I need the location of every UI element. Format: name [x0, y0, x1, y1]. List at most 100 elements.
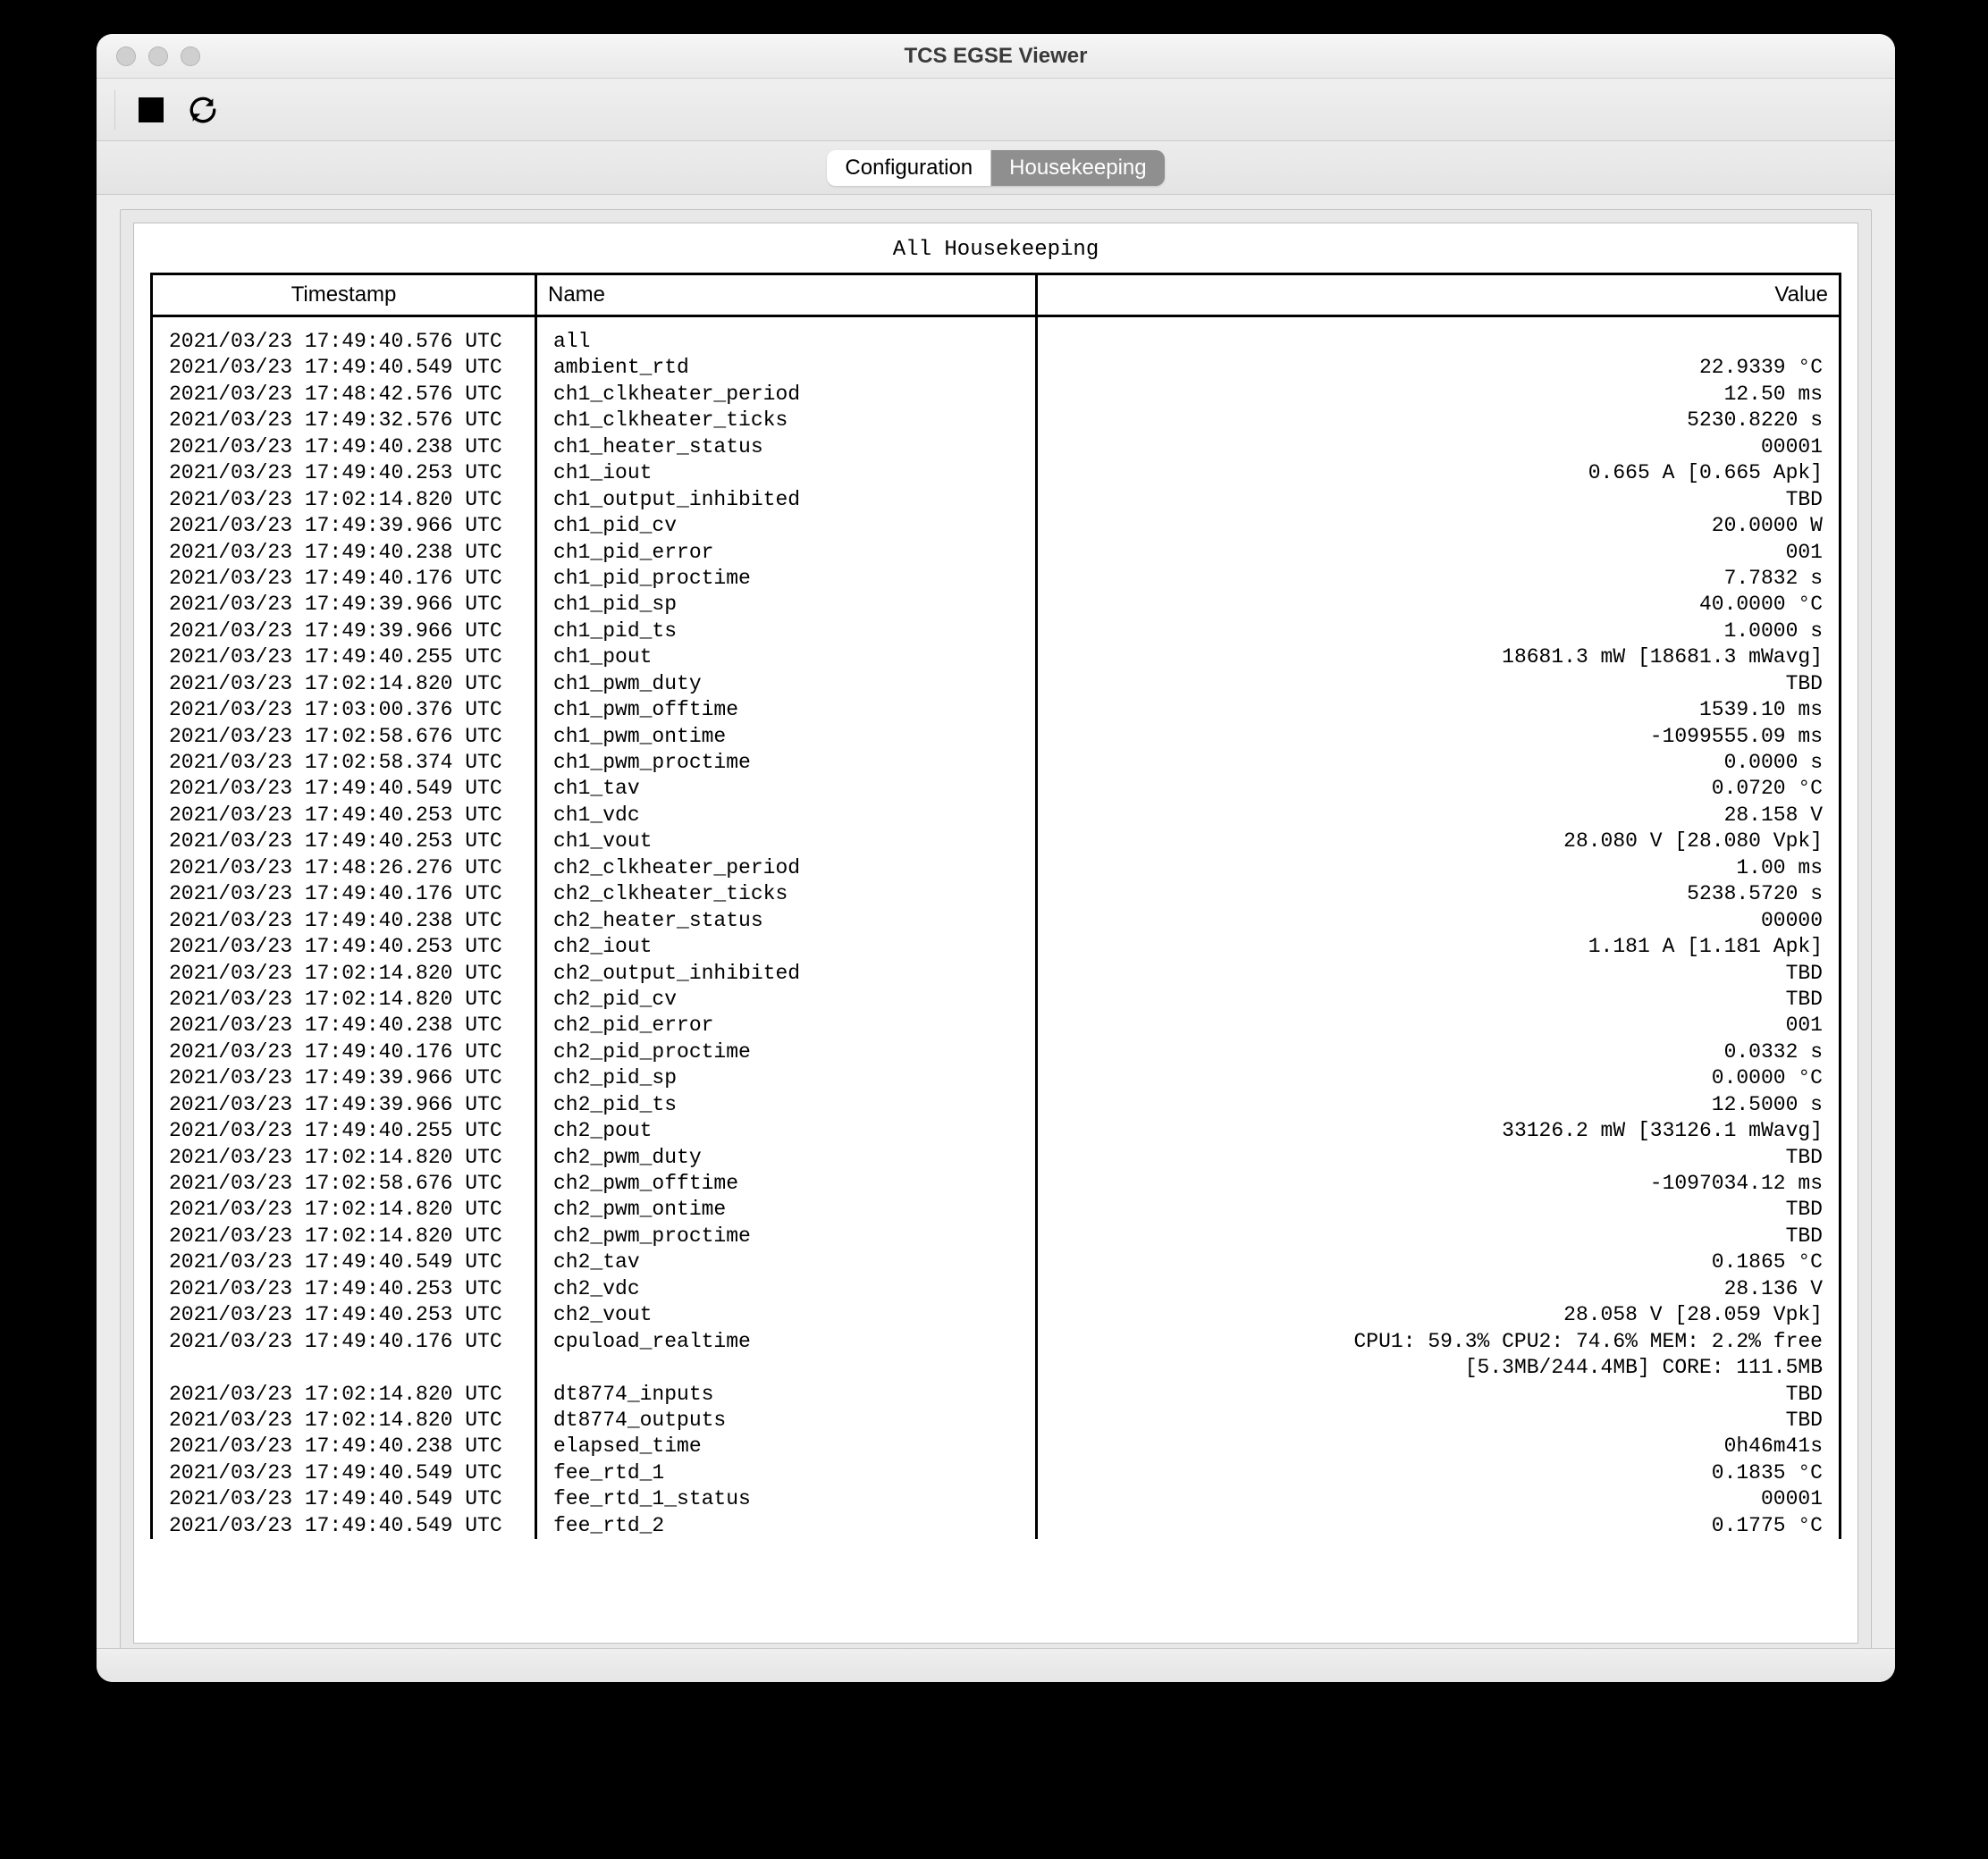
cell-name: ch1_pwm_proctime — [536, 750, 1037, 776]
cell-name: ch1_pid_cv — [536, 513, 1037, 539]
table-row[interactable]: 2021/03/23 17:02:58.374 UTCch1_pwm_proct… — [152, 750, 1841, 776]
cell-timestamp: 2021/03/23 17:02:14.820 UTC — [152, 670, 536, 696]
cell-value: 12.50 ms — [1037, 381, 1841, 407]
cell-name: dt8774_inputs — [536, 1381, 1037, 1407]
stop-icon[interactable] — [139, 97, 164, 122]
table-row[interactable]: 2021/03/23 17:49:40.176 UTCch2_pid_proct… — [152, 1039, 1841, 1064]
table-row[interactable]: 2021/03/23 17:49:40.253 UTCch1_vdc28.158… — [152, 802, 1841, 828]
tab-configuration[interactable]: Configuration — [827, 150, 991, 186]
cell-value: 0.0720 °C — [1037, 776, 1841, 802]
cell-value: -1097034.12 ms — [1037, 1171, 1841, 1197]
table-container[interactable]: Timestamp Name Value 2021/03/23 17:49:40… — [134, 273, 1857, 1643]
cell-value: -1099555.09 ms — [1037, 723, 1841, 749]
cell-name: ch1_iout — [536, 460, 1037, 486]
table-row[interactable]: 2021/03/23 17:49:39.966 UTCch2_pid_ts12.… — [152, 1091, 1841, 1117]
cell-value: TBD — [1037, 1197, 1841, 1223]
table-row[interactable]: 2021/03/23 17:49:40.549 UTCfee_rtd_1_sta… — [152, 1486, 1841, 1512]
table-row[interactable]: 2021/03/23 17:49:40.253 UTCch1_vout28.08… — [152, 829, 1841, 854]
table-row[interactable]: 2021/03/23 17:02:14.820 UTCch2_pwm_dutyT… — [152, 1144, 1841, 1170]
table-row[interactable]: 2021/03/23 17:02:14.820 UTCdt8774_inputs… — [152, 1381, 1841, 1407]
cell-value: 5230.8220 s — [1037, 408, 1841, 433]
cell-value: 0.1835 °C — [1037, 1459, 1841, 1485]
column-header-timestamp[interactable]: Timestamp — [152, 274, 536, 316]
table-row[interactable]: 2021/03/23 17:49:40.176 UTCcpuload_realt… — [152, 1328, 1841, 1354]
cell-name: ch1_pwm_duty — [536, 670, 1037, 696]
cell-name: cpuload_realtime — [536, 1328, 1037, 1354]
cell-timestamp: 2021/03/23 17:48:26.276 UTC — [152, 854, 536, 880]
maximize-window-button[interactable] — [181, 46, 200, 66]
cell-timestamp: 2021/03/23 17:49:40.238 UTC — [152, 907, 536, 933]
traffic-lights — [116, 46, 200, 66]
cell-timestamp: 2021/03/23 17:49:40.253 UTC — [152, 829, 536, 854]
column-header-name[interactable]: Name — [536, 274, 1037, 316]
table-row[interactable]: 2021/03/23 17:02:14.820 UTCch1_pwm_dutyT… — [152, 670, 1841, 696]
table-row[interactable]: 2021/03/23 17:49:40.238 UTCch2_pid_error… — [152, 1013, 1841, 1039]
cell-timestamp: 2021/03/23 17:49:32.576 UTC — [152, 408, 536, 433]
table-row[interactable]: 2021/03/23 17:49:40.549 UTCambient_rtd22… — [152, 355, 1841, 381]
cell-name: ch2_pout — [536, 1118, 1037, 1144]
table-row[interactable]: 2021/03/23 17:49:40.238 UTCch1_heater_st… — [152, 433, 1841, 459]
cell-timestamp: 2021/03/23 17:02:58.676 UTC — [152, 723, 536, 749]
cell-value: 28.080 V [28.080 Vpk] — [1037, 829, 1841, 854]
cell-value: 28.058 V [28.059 Vpk] — [1037, 1302, 1841, 1328]
table-row[interactable]: 2021/03/23 17:02:14.820 UTCch2_output_in… — [152, 960, 1841, 986]
tab-housekeeping[interactable]: Housekeeping — [991, 150, 1164, 186]
table-row[interactable]: 2021/03/23 17:49:39.966 UTCch2_pid_sp0.0… — [152, 1065, 1841, 1091]
table-row[interactable]: 2021/03/23 17:03:00.376 UTCch1_pwm_offti… — [152, 697, 1841, 723]
cell-name: ch2_pid_ts — [536, 1091, 1037, 1117]
cell-value: 001 — [1037, 1013, 1841, 1039]
cell-value: 001 — [1037, 539, 1841, 565]
cell-name: ch1_clkheater_period — [536, 381, 1037, 407]
cell-timestamp: 2021/03/23 17:49:39.966 UTC — [152, 513, 536, 539]
table-row[interactable]: 2021/03/23 17:48:26.276 UTCch2_clkheater… — [152, 854, 1841, 880]
table-row[interactable]: 2021/03/23 17:02:14.820 UTCch2_pid_cvTBD — [152, 986, 1841, 1012]
table-row[interactable]: 2021/03/23 17:49:40.549 UTCfee_rtd_10.18… — [152, 1459, 1841, 1485]
table-row[interactable]: 2021/03/23 17:49:39.966 UTCch1_pid_sp40.… — [152, 592, 1841, 618]
column-header-value[interactable]: Value — [1037, 274, 1841, 316]
cell-timestamp: 2021/03/23 17:49:39.966 UTC — [152, 1091, 536, 1117]
close-window-button[interactable] — [116, 46, 136, 66]
table-row[interactable]: 2021/03/23 17:49:40.549 UTCch2_tav0.1865… — [152, 1249, 1841, 1275]
table-row[interactable]: 2021/03/23 17:49:40.549 UTCfee_rtd_20.17… — [152, 1512, 1841, 1538]
refresh-icon[interactable] — [187, 94, 219, 126]
table-row[interactable]: 2021/03/23 17:49:40.255 UTCch2_pout33126… — [152, 1118, 1841, 1144]
table-row[interactable]: 2021/03/23 17:02:14.820 UTCdt8774_output… — [152, 1407, 1841, 1433]
table-row[interactable]: 2021/03/23 17:49:39.966 UTCch1_pid_cv20.… — [152, 513, 1841, 539]
table-row[interactable]: 2021/03/23 17:02:58.676 UTCch1_pwm_ontim… — [152, 723, 1841, 749]
cell-value: 33126.2 mW [33126.1 mWavg] — [1037, 1118, 1841, 1144]
cell-name: ch1_pid_proctime — [536, 565, 1037, 591]
table-row[interactable]: 2021/03/23 17:49:40.238 UTCelapsed_time0… — [152, 1434, 1841, 1459]
cell-timestamp: 2021/03/23 17:49:40.549 UTC — [152, 1459, 536, 1485]
cell-value: TBD — [1037, 986, 1841, 1012]
table-row[interactable]: 2021/03/23 17:49:40.253 UTCch2_vout28.05… — [152, 1302, 1841, 1328]
table-row[interactable]: 2021/03/23 17:49:40.255 UTCch1_pout18681… — [152, 644, 1841, 670]
table-row[interactable]: 2021/03/23 17:02:14.820 UTCch2_pwm_proct… — [152, 1223, 1841, 1249]
cell-timestamp: 2021/03/23 17:02:58.676 UTC — [152, 1171, 536, 1197]
table-row[interactable]: 2021/03/23 17:02:58.676 UTCch2_pwm_offti… — [152, 1171, 1841, 1197]
table-row[interactable]: 2021/03/23 17:49:40.238 UTCch2_heater_st… — [152, 907, 1841, 933]
table-row[interactable]: 2021/03/23 17:49:40.238 UTCch1_pid_error… — [152, 539, 1841, 565]
table-row[interactable]: 2021/03/23 17:02:14.820 UTCch2_pwm_ontim… — [152, 1197, 1841, 1223]
cell-name: ch1_tav — [536, 776, 1037, 802]
cell-timestamp: 2021/03/23 17:49:40.549 UTC — [152, 1486, 536, 1512]
table-row[interactable]: [5.3MB/244.4MB] CORE: 111.5MB — [152, 1355, 1841, 1381]
table-row[interactable]: 2021/03/23 17:49:40.176 UTCch1_pid_proct… — [152, 565, 1841, 591]
table-row[interactable]: 2021/03/23 17:48:42.576 UTCch1_clkheater… — [152, 381, 1841, 407]
table-row[interactable]: 2021/03/23 17:49:40.576 UTCall — [152, 316, 1841, 355]
table-row[interactable]: 2021/03/23 17:02:14.820 UTCch1_output_in… — [152, 486, 1841, 512]
table-row[interactable]: 2021/03/23 17:49:40.253 UTCch2_iout1.181… — [152, 934, 1841, 960]
table-row[interactable]: 2021/03/23 17:49:40.549 UTCch1_tav0.0720… — [152, 776, 1841, 802]
table-row[interactable]: 2021/03/23 17:49:39.966 UTCch1_pid_ts1.0… — [152, 618, 1841, 644]
table-row[interactable]: 2021/03/23 17:49:40.176 UTCch2_clkheater… — [152, 881, 1841, 907]
cell-timestamp: 2021/03/23 17:49:40.549 UTC — [152, 776, 536, 802]
table-row[interactable]: 2021/03/23 17:49:32.576 UTCch1_clkheater… — [152, 408, 1841, 433]
cell-name: ch2_vdc — [536, 1275, 1037, 1301]
cell-value: 12.5000 s — [1037, 1091, 1841, 1117]
table-row[interactable]: 2021/03/23 17:49:40.253 UTCch2_vdc28.136… — [152, 1275, 1841, 1301]
cell-value: 1539.10 ms — [1037, 697, 1841, 723]
cell-timestamp: 2021/03/23 17:49:40.176 UTC — [152, 1039, 536, 1064]
minimize-window-button[interactable] — [148, 46, 168, 66]
cell-value: 1.0000 s — [1037, 618, 1841, 644]
table-row[interactable]: 2021/03/23 17:49:40.253 UTCch1_iout0.665… — [152, 460, 1841, 486]
cell-timestamp: 2021/03/23 17:03:00.376 UTC — [152, 697, 536, 723]
